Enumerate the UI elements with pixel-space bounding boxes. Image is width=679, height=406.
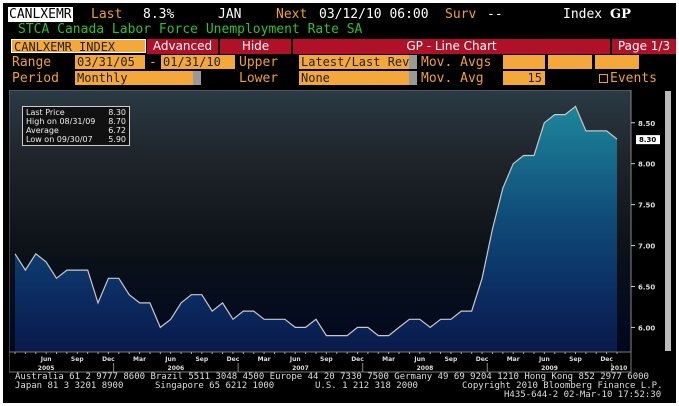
- x-month-label: Mar: [258, 356, 271, 363]
- x-month-label: Sep: [71, 356, 84, 363]
- mov-avg-label: Mov. Avg: [421, 71, 484, 86]
- next-release: 03/12/10 06:00: [319, 7, 429, 22]
- x-month-label: Dec: [227, 356, 240, 363]
- x-year-label: 2010: [611, 365, 628, 372]
- stats-row: Average 6.72: [26, 126, 126, 135]
- period-select[interactable]: Monthly: [75, 71, 193, 85]
- stats-value: 8.70: [108, 117, 126, 126]
- stats-label: Last Price: [26, 108, 65, 117]
- surv-value: --: [487, 7, 503, 22]
- stats-box: Last Price 8.30 High on 08/31/09 8.70 Averag…: [22, 106, 130, 146]
- x-month-label: Mar: [507, 356, 520, 363]
- period-dropdown-arrow[interactable]: [193, 71, 201, 85]
- lower-dropdown-arrow[interactable]: [409, 71, 417, 85]
- footer-japan: Japan 81 3 3201 8900: [15, 381, 124, 391]
- x-month-label: Dec: [102, 356, 115, 363]
- index-label: Index: [563, 7, 603, 22]
- upper-label: Upper: [239, 55, 279, 70]
- period-month: JAN: [218, 7, 242, 22]
- stats-row: Last Price 8.30: [26, 108, 126, 117]
- lower-label: Lower: [239, 71, 279, 86]
- x-year-label: 2006: [168, 365, 185, 372]
- x-month-label: Mar: [382, 356, 395, 363]
- security-field[interactable]: CANLXEMR INDEX: [11, 39, 146, 53]
- x-month-label: Jun: [164, 356, 176, 363]
- stats-label: Average: [26, 126, 59, 135]
- footer-us: U.S. 1 212 318 2000: [315, 381, 418, 391]
- function-code: GP: [610, 7, 631, 22]
- x-year-label: 2008: [417, 365, 434, 372]
- surv-label: Surv: [445, 7, 477, 22]
- x-month-label: Mar: [133, 356, 146, 363]
- range-start-input[interactable]: 03/31/05: [75, 55, 145, 69]
- x-year-label: 2005: [38, 365, 55, 372]
- mov-avg-input[interactable]: 15: [503, 71, 545, 85]
- x-year-label: 2009: [541, 365, 558, 372]
- x-month-label: Sep: [320, 356, 333, 363]
- security-description: STCA Canada Labor Force Unemployment Rat…: [18, 22, 363, 37]
- upper-select[interactable]: Latest/Last Revi: [299, 55, 409, 69]
- x-month-label: Jun: [538, 356, 550, 363]
- next-label: Next: [276, 7, 308, 22]
- mov-avg-input-3[interactable]: [595, 55, 639, 69]
- last-value: 8.3%: [143, 7, 175, 22]
- x-year-label: 2007: [292, 365, 309, 372]
- stats-label: Low on 09/30/07: [26, 135, 93, 144]
- hide-button[interactable]: Hide: [220, 39, 291, 54]
- range-end-input[interactable]: 01/31/10: [161, 55, 235, 69]
- page-indicator[interactable]: Page 1/3: [612, 39, 676, 54]
- ticker[interactable]: CANLXEMR: [8, 7, 73, 22]
- lower-select[interactable]: None: [299, 71, 409, 85]
- bloomberg-terminal: CANLXEMR Last 8.3% JAN Next 03/12/10 06:…: [3, 3, 676, 403]
- upper-dropdown-arrow[interactable]: [409, 55, 417, 69]
- y-tick-label: 6.00: [638, 324, 655, 332]
- footer-timestamp: H435-644-2 02-Mar-10 17:52:30: [504, 390, 662, 400]
- y-tick-label: 7.00: [638, 243, 655, 251]
- events-label: Events: [610, 71, 657, 86]
- x-month-label: Dec: [351, 356, 364, 363]
- events-checkbox[interactable]: [599, 74, 608, 83]
- y-tick-label: 7.50: [638, 202, 655, 210]
- y-tick-label: 6.50: [638, 284, 655, 292]
- stats-value: 8.30: [108, 108, 126, 117]
- y-tick-label: 8.00: [638, 161, 655, 169]
- stats-row: High on 08/31/09 8.70: [26, 117, 126, 126]
- y-tick-label: 8.50: [638, 120, 655, 128]
- x-month-label: Dec: [476, 356, 489, 363]
- x-month-label: Jun: [40, 356, 52, 363]
- last-label: Last: [91, 7, 123, 22]
- advanced-button[interactable]: Advanced: [147, 39, 218, 54]
- range-dash: -: [149, 55, 157, 70]
- x-month-label: Jun: [413, 356, 425, 363]
- x-month-label: Jun: [289, 356, 301, 363]
- x-month-label: Sep: [569, 356, 582, 363]
- footer-singapore: Singapore 65 6212 1000: [155, 381, 275, 391]
- x-month-label: Sep: [195, 356, 208, 363]
- stats-value: 6.72: [108, 126, 126, 135]
- scrollbar[interactable]: [665, 91, 671, 351]
- mov-avgs-label: Mov. Avgs: [421, 55, 492, 70]
- last-value-label: 8.30: [639, 136, 656, 144]
- stats-label: High on 08/31/09: [26, 117, 96, 126]
- mov-avg-input-2[interactable]: [548, 55, 592, 69]
- x-month-label: Dec: [600, 356, 613, 363]
- mov-avg-input-1[interactable]: [503, 55, 545, 69]
- chart-title-bar: GP - Line Chart: [293, 39, 610, 54]
- stats-value: 5.90: [108, 135, 126, 144]
- range-label: Range: [12, 55, 52, 70]
- stats-row: Low on 09/30/07 5.90: [26, 135, 126, 144]
- period-label: Period: [12, 71, 59, 86]
- x-month-label: Sep: [445, 356, 458, 363]
